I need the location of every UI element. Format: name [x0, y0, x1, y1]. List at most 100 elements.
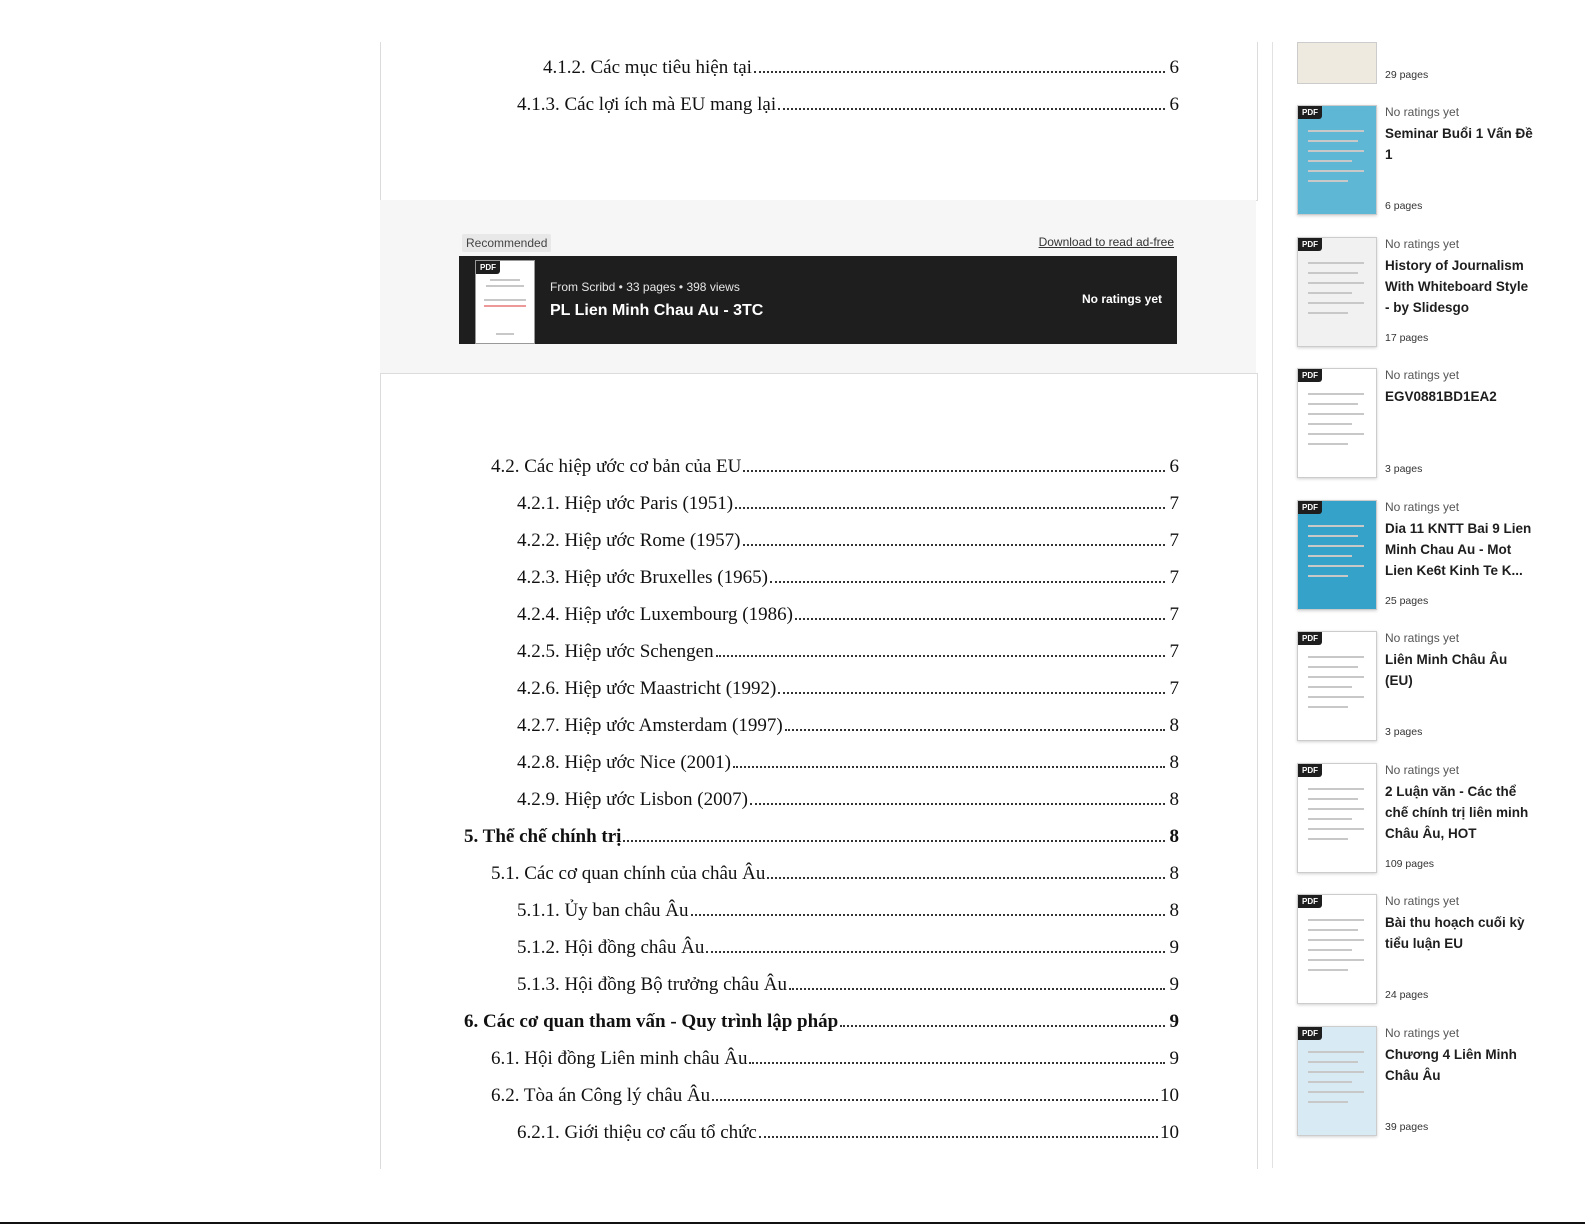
toc-entry: 4.2.3. Hiệp ước Bruxelles (1965) 7: [517, 563, 1179, 589]
toc-entry-title: 4.2. Các hiệp ước cơ bản của EU: [491, 456, 742, 477]
related-document-rating: No ratings yet: [1385, 631, 1460, 645]
toc-entry: 4.2. Các hiệp ước cơ bản của EU 6: [491, 452, 1179, 478]
pdf-badge: PDF: [1298, 237, 1322, 251]
toc-entry: 4.2.1. Hiệp ước Paris (1951) 7: [517, 489, 1179, 515]
bottom-divider: [0, 1222, 1585, 1224]
related-document-item[interactable]: PDF No ratings yet History of Journalism W…: [1297, 236, 1577, 357]
toc-leader-dots: [712, 1099, 1158, 1101]
related-document-item[interactable]: PDF No ratings yet EGV0881BD1EA2 3 pages: [1297, 368, 1577, 488]
related-document-item[interactable]: PDF No ratings yet Seminar Buổi 1 Vấn Đề 1…: [1297, 105, 1577, 225]
download-ad-free-link[interactable]: Download to read ad-free: [1039, 235, 1174, 249]
toc-entry-title: 6.1. Hội đồng Liên minh châu Âu: [491, 1048, 748, 1069]
pdf-badge: PDF: [1298, 763, 1322, 777]
recommended-thumbnail: PDF: [475, 260, 535, 344]
toc-entry-page: 10: [1160, 1085, 1179, 1106]
toc-entry: 5.1.3. Hội đồng Bộ trưởng châu Âu 9: [517, 970, 1179, 996]
related-document-thumbnail[interactable]: PDF: [1297, 105, 1377, 215]
related-document-item[interactable]: PDF No ratings yet Liên Minh Châu Âu (EU) 3…: [1297, 631, 1577, 751]
toc-entry: 5.1.1. Ủy ban châu Âu 8: [517, 896, 1179, 922]
sidebar-thumbnail-partial[interactable]: [1297, 42, 1377, 84]
toc-entry-title: 6.2.1. Giới thiệu cơ cấu tổ chức: [517, 1122, 757, 1143]
toc-entry-page: 9: [1169, 937, 1180, 958]
related-document-title[interactable]: Dia 11 KNTT Bai 9 Lien Minh Chau Au - Mo…: [1385, 518, 1535, 581]
pdf-badge: PDF: [1298, 500, 1322, 514]
toc-entry-page: 6: [1169, 94, 1180, 115]
toc-leader-dots: [706, 951, 1165, 953]
recommended-title[interactable]: PL Lien Minh Chau Au - 3TC: [550, 302, 763, 320]
toc-leader-dots: [732, 766, 1165, 768]
document-page-top: 4.1.2. Các mục tiêu hiện tại 6 4.1.3. Các …: [380, 42, 1258, 201]
toc-entry-page: 8: [1169, 715, 1180, 736]
toc-entry-title: 4.2.3. Hiệp ước Bruxelles (1965): [517, 567, 768, 588]
toc-entry-title: 6.2. Tòa án Công lý châu Âu: [491, 1085, 711, 1106]
related-document-thumbnail[interactable]: PDF: [1297, 236, 1377, 347]
related-document-thumbnail[interactable]: PDF: [1297, 631, 1377, 741]
toc-entry-page: 9: [1169, 974, 1180, 995]
related-document-title[interactable]: 2 Luận văn - Các thể chế chính trị liên …: [1385, 781, 1535, 844]
pdf-badge: PDF: [1298, 106, 1322, 119]
related-document-thumbnail[interactable]: PDF: [1297, 894, 1377, 1004]
toc-entry: 4.2.2. Hiệp ước Rome (1957) 7: [517, 526, 1179, 552]
toc-leader-dots: [840, 1025, 1165, 1027]
document-viewer[interactable]: 4.1.2. Các mục tiêu hiện tại 6 4.1.3. Các …: [0, 0, 1270, 1169]
toc-leader-dots: [735, 507, 1165, 509]
related-document-rating: No ratings yet: [1385, 762, 1460, 777]
toc-leader-dots: [794, 618, 1165, 620]
related-document-item[interactable]: PDF No ratings yet Dia 11 KNTT Bai 9 Lien …: [1297, 499, 1577, 620]
related-document-thumbnail[interactable]: PDF: [1297, 762, 1377, 873]
toc-entry-title: 5.1.1. Ủy ban châu Âu: [517, 900, 689, 921]
toc-entry-page: 8: [1169, 863, 1180, 884]
related-documents-sidebar[interactable]: 29 pages PDF No ratings yet Seminar Buổi 1…: [1272, 42, 1585, 1168]
toc-entry-page: 10: [1160, 1122, 1179, 1143]
toc-entry-page: 6: [1169, 456, 1180, 477]
toc-entry: 5. Thể chế chính trị 8: [464, 822, 1179, 848]
toc-entry-page: 9: [1169, 1048, 1180, 1069]
related-document-thumbnail[interactable]: PDF: [1297, 1025, 1377, 1136]
toc-entry-page: 9: [1169, 1011, 1180, 1032]
related-document-title[interactable]: EGV0881BD1EA2: [1385, 386, 1535, 407]
related-document-thumbnail[interactable]: PDF: [1297, 368, 1377, 478]
toc-entry-page: 8: [1169, 826, 1180, 847]
related-document-item[interactable]: PDF No ratings yet Bài thu hoạch cuối kỳ t…: [1297, 894, 1577, 1014]
related-document-item[interactable]: PDF No ratings yet Chương 4 Liên Minh Châu…: [1297, 1025, 1577, 1146]
toc-leader-dots: [749, 803, 1165, 805]
recommended-document-card[interactable]: PDF From Scribd • 33 pages • 398 views P…: [459, 256, 1177, 344]
toc-entry-title: 4.2.8. Hiệp ước Nice (2001): [517, 752, 731, 773]
toc-entry-page: 7: [1169, 604, 1180, 625]
toc-entry: 6.2.1. Giới thiệu cơ cấu tổ chức 10: [517, 1118, 1179, 1144]
related-document-title[interactable]: Seminar Buổi 1 Vấn Đề 1: [1385, 123, 1535, 165]
related-document-title[interactable]: Bài thu hoạch cuối kỳ tiểu luận EU: [1385, 912, 1535, 954]
related-document-title[interactable]: Chương 4 Liên Minh Châu Âu: [1385, 1044, 1535, 1086]
toc-entry: 4.2.4. Hiệp ước Luxembourg (1986) 7: [517, 600, 1179, 626]
toc-leader-dots: [715, 655, 1165, 657]
toc-entry: 6.2. Tòa án Công lý châu Âu 10: [491, 1081, 1179, 1107]
toc-entry-page: 8: [1169, 900, 1180, 921]
toc-entry-page: 7: [1169, 493, 1180, 514]
related-document-item[interactable]: PDF No ratings yet 2 Luận văn - Các thể ch…: [1297, 762, 1577, 883]
toc-leader-dots: [778, 692, 1165, 694]
toc-entry: 6.1. Hội đồng Liên minh châu Âu 9: [491, 1044, 1179, 1070]
toc-entry-page: 7: [1169, 641, 1180, 662]
toc-entry-title: 6. Các cơ quan tham vấn - Quy trình lập …: [464, 1011, 839, 1032]
toc-leader-dots: [758, 1136, 1158, 1138]
toc-leader-dots: [623, 840, 1165, 842]
pdf-badge: PDF: [1298, 369, 1322, 382]
toc-entry: 4.2.6. Hiệp ước Maastricht (1992) 7: [517, 674, 1179, 700]
related-document-thumbnail[interactable]: PDF: [1297, 499, 1377, 610]
related-document-pages: 6 pages: [1385, 200, 1423, 212]
related-document-title[interactable]: History of Journalism With Whiteboard St…: [1385, 255, 1535, 318]
toc-entry-page: 7: [1169, 678, 1180, 699]
toc-entry-page: 6: [1169, 57, 1180, 78]
toc-entry-title: 4.2.1. Hiệp ước Paris (1951): [517, 493, 734, 514]
toc-entry: 5.1.2. Hội đồng châu Âu 9: [517, 933, 1179, 959]
toc-leader-dots: [788, 988, 1165, 990]
toc-entry-title: 4.2.7. Hiệp ước Amsterdam (1997): [517, 715, 783, 736]
toc-leader-dots: [742, 544, 1165, 546]
related-document-title[interactable]: Liên Minh Châu Âu (EU): [1385, 649, 1535, 691]
toc-leader-dots: [769, 581, 1165, 583]
related-document-rating: No ratings yet: [1385, 894, 1460, 908]
related-document-rating: No ratings yet: [1385, 368, 1460, 382]
toc-entry-title: 5.1. Các cơ quan chính của châu Âu: [491, 863, 766, 884]
pdf-badge: PDF: [1298, 895, 1322, 908]
toc-entry: 6. Các cơ quan tham vấn - Quy trình lập …: [464, 1007, 1179, 1033]
